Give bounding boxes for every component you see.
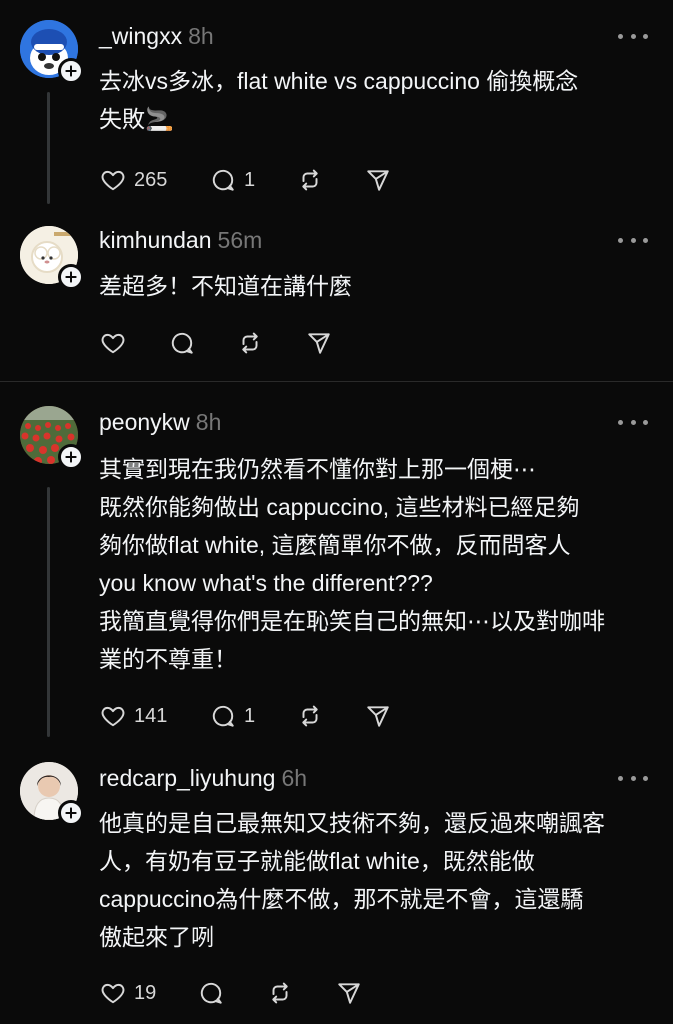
post-text: 差超多！不知道在講什麼 (99, 273, 352, 299)
repost-button[interactable] (297, 701, 323, 731)
heart-icon (100, 980, 126, 1006)
like-count: 141 (134, 704, 168, 727)
username[interactable]: peonykw (99, 409, 190, 435)
send-icon (365, 167, 391, 193)
comment-icon (169, 330, 195, 356)
repost-icon (297, 167, 323, 193)
repost-icon (297, 703, 323, 729)
reply-button[interactable]: 1 (210, 165, 255, 195)
post-redcarp-liyuhung: redcarp_liyuhung 6h 他真的是自己最無知又技術不夠，還反過來嘲諷… (0, 744, 673, 1024)
reply-count: 1 (244, 168, 256, 191)
share-button[interactable] (306, 328, 332, 358)
more-icon[interactable] (618, 773, 648, 783)
more-icon[interactable] (618, 235, 648, 245)
username-row[interactable]: _wingxx 8h (99, 22, 214, 50)
repost-button[interactable] (237, 328, 263, 358)
timestamp: 8h (188, 23, 214, 49)
action-bar: 265 1 (100, 165, 400, 195)
comment-icon (210, 167, 236, 193)
repost-button[interactable] (267, 978, 293, 1008)
more-icon[interactable] (618, 417, 648, 427)
heart-icon (100, 167, 126, 193)
post-text: 其實到現在我仍然看不懂你對上那一個梗⋯ 既然你能夠做出 cappuccino, … (99, 456, 605, 672)
repost-button[interactable] (297, 165, 323, 195)
like-button[interactable]: 265 (100, 165, 167, 195)
share-button[interactable] (365, 701, 391, 731)
post-text: 他真的是自己最無知又技術不夠，還反過來嘲諷客 人，有奶有豆子就能做flat wh… (99, 810, 605, 950)
comment-icon (198, 980, 224, 1006)
post-kimhundan: kimhundan 56m 差超多！不知道在講什麼 (0, 210, 673, 380)
avatar-wingxx[interactable] (20, 20, 84, 84)
reply-button[interactable] (198, 978, 224, 1008)
follow-plus-icon[interactable] (58, 264, 84, 290)
post-text: 去冰vs多冰，flat white vs cappuccino 偷換概念 失敗🚬 (99, 68, 579, 132)
post-wingxx: _wingxx 8h 去冰vs多冰，flat white vs cappuccin… (0, 0, 673, 210)
like-button[interactable]: 141 (100, 701, 167, 731)
more-icon[interactable] (618, 31, 648, 41)
repost-icon (267, 980, 293, 1006)
send-icon (306, 330, 332, 356)
heart-icon (100, 703, 126, 729)
share-button[interactable] (365, 165, 391, 195)
reply-button[interactable]: 1 (210, 701, 255, 731)
comment-icon (210, 703, 236, 729)
repost-icon (237, 330, 263, 356)
send-icon (336, 980, 362, 1006)
username[interactable]: redcarp_liyuhung (99, 765, 275, 791)
avatar-redcarp-liyuhung[interactable] (20, 762, 84, 826)
username-row[interactable]: kimhundan 56m (99, 226, 262, 254)
thread-line (47, 487, 50, 737)
post-peonykw: peonykw 8h 其實到現在我仍然看不懂你對上那一個梗⋯ 既然你能夠做出 ca… (0, 382, 673, 744)
avatar-kimhundan[interactable] (20, 226, 84, 290)
timestamp: 8h (195, 409, 222, 435)
action-bar: 141 1 (100, 701, 400, 731)
reply-button[interactable] (169, 328, 195, 358)
timestamp: 6h (281, 765, 308, 791)
action-bar: 19 (100, 978, 400, 1008)
avatar-peonykw[interactable] (20, 406, 84, 470)
like-button[interactable] (100, 328, 126, 358)
like-count: 265 (134, 168, 168, 191)
follow-plus-icon[interactable] (58, 444, 84, 470)
timestamp: 56m (217, 227, 263, 253)
like-button[interactable]: 19 (100, 978, 156, 1008)
heart-icon (100, 330, 126, 356)
action-bar (100, 328, 400, 358)
send-icon (365, 703, 391, 729)
reply-count: 1 (244, 704, 256, 727)
username-row[interactable]: peonykw 8h (99, 408, 221, 436)
thread-line (47, 92, 50, 204)
share-button[interactable] (336, 978, 362, 1008)
username[interactable]: kimhundan (99, 227, 212, 253)
username[interactable]: _wingxx (99, 23, 182, 49)
follow-plus-icon[interactable] (58, 800, 84, 826)
username-row[interactable]: redcarp_liyuhung 6h (99, 764, 307, 792)
follow-plus-icon[interactable] (58, 58, 84, 84)
like-count: 19 (134, 981, 157, 1004)
